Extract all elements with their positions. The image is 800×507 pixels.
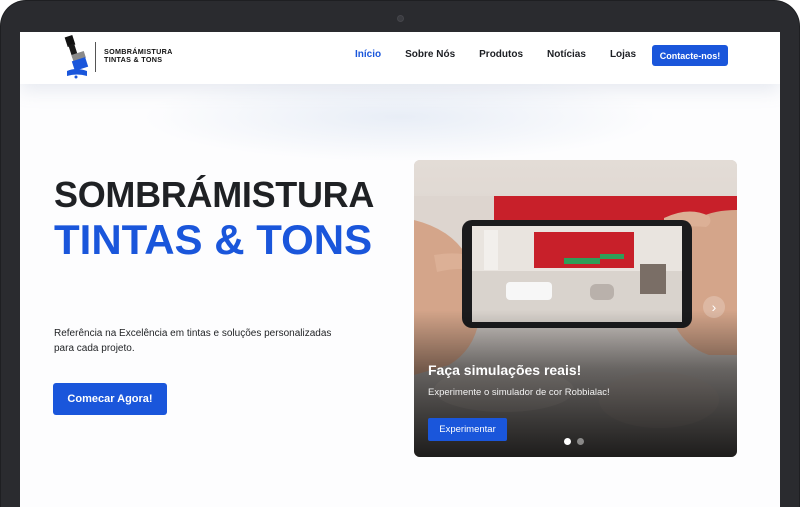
brand-wordmark[interactable]: SOMBRÁMISTURA TINTAS & TONS [104,48,173,64]
contact-button[interactable]: Contacte-nos! [652,45,728,66]
nav-item-sobre-nos[interactable]: Sobre Nós [405,49,455,60]
paint-brush-icon[interactable] [62,35,92,79]
chevron-right-icon[interactable]: › [703,296,725,318]
brand-line-2: TINTAS & TONS [104,55,163,64]
nav-item-lojas[interactable]: Lojas [610,49,636,60]
carousel-indicators [564,438,584,445]
camera-icon [397,15,404,22]
hero-carousel: › Faça simulações reais! Experimente o s… [414,160,737,457]
get-started-button[interactable]: Comecar Agora! [53,383,167,415]
carousel-dot-1[interactable] [564,438,571,445]
nav-item-produtos[interactable]: Produtos [479,49,523,60]
hero-description: Referência na Excelência em tintas e sol… [54,328,332,354]
carousel-dot-2[interactable] [577,438,584,445]
hero-glow [140,72,660,162]
top-navbar: SOMBRÁMISTURA TINTAS & TONS Início Sobre… [20,32,780,84]
hero-title: SOMBRÁMISTURA [54,174,375,215]
main-nav: Início Sobre Nós Produtos Notícias Lojas [355,49,660,60]
logo-divider [95,42,96,72]
browser-viewport: SOMBRÁMISTURA TINTAS & TONS Início Sobre… [20,32,780,507]
slide-title: Faça simulações reais! [428,362,582,378]
hero-subtitle: TINTAS & TONS [54,216,373,263]
nav-item-noticias[interactable]: Notícias [547,49,586,60]
nav-item-inicio[interactable]: Início [355,49,381,60]
try-simulator-button[interactable]: Experimentar [428,418,507,441]
slide-text: Experimente o simulador de cor Robbialac… [428,387,610,398]
